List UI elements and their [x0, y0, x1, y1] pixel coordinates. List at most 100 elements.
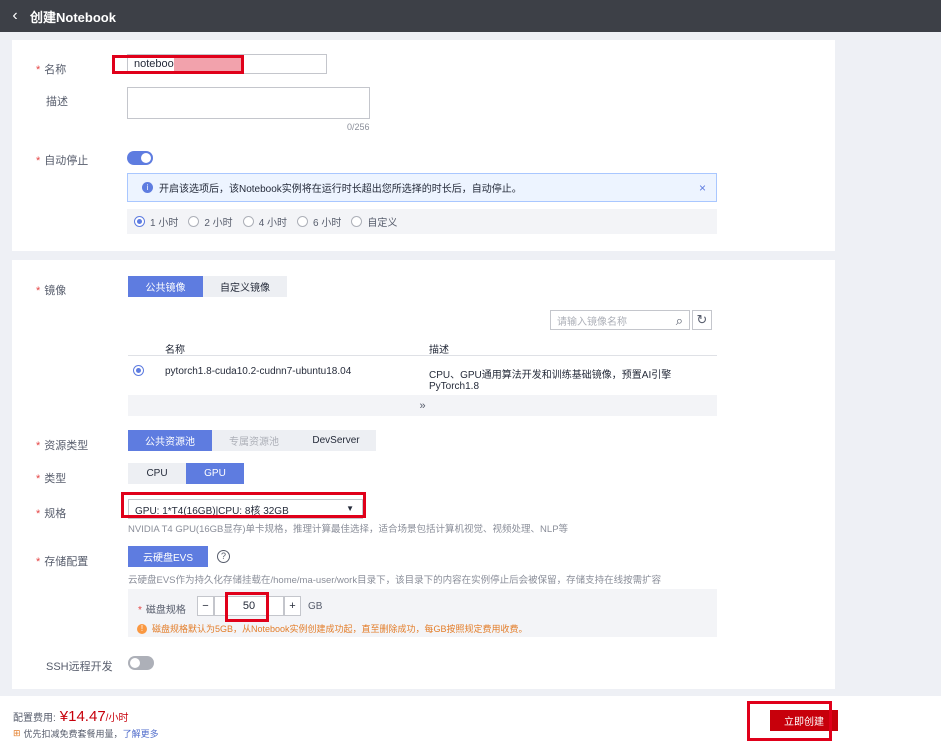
expand-bar[interactable]: » [128, 395, 717, 416]
disk-size-value: 50 [242, 600, 256, 612]
ssh-toggle[interactable] [128, 656, 154, 670]
fee-label: 配置费用: [13, 713, 56, 724]
image-search-input[interactable]: 请输入镜像名称 ⌕ [550, 310, 690, 330]
tab-label: DevServer [312, 435, 360, 446]
desc-counter: 0/256 [347, 122, 370, 132]
type-label: 类型 [44, 473, 67, 485]
duration-option-custom[interactable]: 自定义 [351, 214, 397, 229]
duration-label: 2 小时 [204, 218, 233, 229]
resource-card: * 镜像 公共镜像 自定义镜像 请输入镜像名称 ⌕ ↻ 名称 描述 pytorch… [12, 260, 835, 689]
discount-row: ⊞ 优先扣减免费套餐用量， 了解更多 [13, 727, 159, 740]
table-cell-desc: CPU、GPU通用算法开发和训练基础镜像，预置AI引擎PyTorch1.8 [429, 370, 672, 392]
evs-button[interactable]: 云硬盘EVS [128, 546, 208, 567]
footer-bar: 配置费用: ¥14.47 /小时 ⊞ 优先扣减免费套餐用量， 了解更多 立即创建 [0, 696, 941, 746]
warning-icon: ! [137, 623, 147, 634]
storage-hint: 云硬盘EVS作为持久化存储挂载在/home/ma-user/work目录下，该目… [128, 575, 662, 586]
table-header-name: 名称 [165, 345, 185, 356]
help-icon[interactable]: ? [217, 550, 230, 563]
fee-unit: /小时 [105, 713, 129, 724]
spec-label: 规格 [44, 508, 67, 520]
page-title: 创建Notebook [30, 9, 116, 25]
tab-gpu[interactable]: GPU [186, 463, 244, 484]
disk-minus-button[interactable]: − [197, 596, 214, 616]
disk-warning-text: 磁盘规格默认为5GB，从Notebook实例创建成功起，直至删除成功，每GB按照… [152, 624, 528, 634]
tab-label: 自定义镜像 [220, 283, 270, 294]
info-icon: i [142, 182, 153, 193]
tab-label: 公共镜像 [145, 283, 186, 294]
tab-label: 公共资源池 [145, 437, 195, 448]
table-header-desc: 描述 [429, 345, 449, 356]
disk-label-row: * 磁盘规格 [138, 605, 186, 616]
image-label-row: * 镜像 [36, 285, 67, 297]
table-row[interactable]: pytorch1.8-cuda10.2-cudnn7-ubuntu18.04 C… [128, 357, 717, 392]
duration-option-6h[interactable]: 6 小时 [297, 214, 341, 229]
type-label-row: * 类型 [36, 473, 67, 485]
fee-value: ¥14.47 [59, 708, 106, 725]
image-row-radio[interactable] [133, 365, 149, 376]
redacted-mask [174, 58, 244, 71]
tab-cpu[interactable]: CPU [128, 463, 186, 484]
tab-label: 专属资源池 [229, 437, 279, 448]
image-table-header: 名称 描述 [128, 338, 717, 356]
disk-unit: GB [308, 601, 323, 612]
tab-label: CPU [146, 468, 168, 479]
radio-dot [134, 216, 145, 227]
radio-dot [297, 216, 309, 227]
disk-plus-button[interactable]: + [284, 596, 301, 616]
learn-more-link[interactable]: 了解更多 [123, 727, 159, 740]
duration-option-2h[interactable]: 2 小时 [188, 214, 233, 229]
duration-panel: 1 小时 2 小时 4 小时 6 小时 自定义 [127, 209, 717, 234]
info-text: 开启该选项后，该Notebook实例将在运行时长超出您所选择的时长后，自动停止。 [159, 184, 522, 195]
name-input-value: notebook [134, 58, 180, 70]
storage-label-row: * 存储配置 [36, 556, 89, 568]
chevron-double-down-icon: » [419, 399, 426, 412]
tab-public-image[interactable]: 公共镜像 [128, 276, 203, 297]
caret-down-icon: ▼ [346, 504, 354, 513]
refresh-button[interactable]: ↻ [692, 310, 712, 330]
search-placeholder: 请输入镜像名称 [557, 316, 627, 328]
fee-row: 配置费用: ¥14.47 /小时 [13, 708, 128, 725]
autostop-info-banner: i 开启该选项后，该Notebook实例将在运行时长超出您所选择的时长后，自动停… [127, 173, 717, 202]
name-label: 名称 [44, 64, 67, 76]
pool-label: 资源类型 [44, 440, 89, 452]
duration-option-1h[interactable]: 1 小时 [134, 214, 178, 229]
name-label-row: * 名称 [36, 64, 67, 76]
disk-label: 磁盘规格 [145, 605, 186, 616]
autostop-toggle-knob [141, 153, 151, 163]
radio-dot [188, 216, 200, 227]
refresh-icon: ↻ [696, 312, 708, 327]
radio-dot [133, 365, 144, 376]
discount-text: 优先扣减免费套餐用量， [23, 729, 123, 739]
pool-label-row: * 资源类型 [36, 440, 89, 452]
create-button[interactable]: 立即创建 [770, 710, 838, 731]
desc-textarea[interactable] [127, 87, 370, 119]
tab-devserver[interactable]: DevServer [296, 430, 376, 451]
tab-custom-image[interactable]: 自定义镜像 [203, 276, 287, 297]
tab-label: GPU [204, 468, 226, 479]
table-cell-name: pytorch1.8-cuda10.2-cudnn7-ubuntu18.04 [165, 366, 352, 377]
ssh-toggle-knob [130, 658, 140, 668]
tab-public-pool[interactable]: 公共资源池 [128, 430, 212, 451]
spec-select-value: GPU: 1*T4(16GB)|CPU: 8核 32GB [135, 505, 289, 517]
create-button-label: 立即创建 [784, 717, 824, 728]
duration-label: 6 小时 [313, 218, 342, 229]
autostop-toggle[interactable] [127, 151, 153, 165]
disk-warning: ! 磁盘规格默认为5GB，从Notebook实例创建成功起，直至删除成功，每GB… [137, 622, 528, 635]
radio-dot [242, 216, 254, 227]
desc-label: 描述 [46, 96, 68, 108]
spec-label-row: * 规格 [36, 508, 67, 520]
duration-label: 自定义 [367, 218, 398, 229]
disk-size-input[interactable]: 50 [214, 596, 284, 616]
autostop-label: 自动停止 [44, 155, 89, 167]
spec-select[interactable]: GPU: 1*T4(16GB)|CPU: 8核 32GB ▼ [128, 499, 363, 519]
basic-info-card: * 名称 notebook 描述 0/256 * 自动停止 i 开启该选项后，该No… [12, 40, 835, 251]
duration-label: 1 小时 [150, 218, 179, 229]
duration-option-4h[interactable]: 4 小时 [242, 214, 288, 229]
autostop-label-row: * 自动停止 [36, 155, 89, 167]
close-icon[interactable]: × [699, 181, 706, 195]
duration-label: 4 小时 [258, 218, 288, 229]
back-icon[interactable]: ‹ [0, 7, 30, 25]
search-icon[interactable]: ⌕ [676, 313, 683, 329]
ssh-label: SSH远程开发 [46, 661, 113, 673]
tab-dedicated-pool[interactable]: 专属资源池 [212, 430, 296, 451]
